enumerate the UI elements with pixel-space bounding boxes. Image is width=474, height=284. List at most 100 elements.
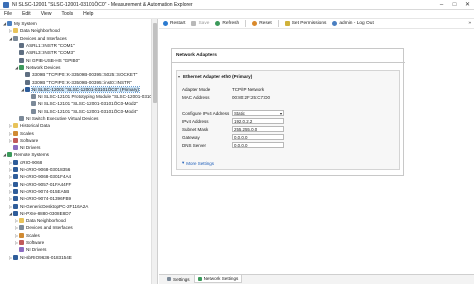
tree-node[interactable]: ▷ Scales — [0, 232, 150, 239]
tab-network-settings[interactable]: Network Settings — [193, 275, 243, 283]
tree-node-icon — [25, 79, 30, 85]
tree-node[interactable]: NI SLSC-12101 "SLSC-12001-03101ÖC0-Mod2" — [0, 100, 150, 107]
tree-node[interactable]: ▷ Data Neighborhood — [0, 217, 150, 224]
tree-node[interactable]: ▷ NI-cRIO-9068-0301F4A4 — [0, 173, 150, 180]
gateway-field[interactable]: 0.0.0.0 — [232, 134, 284, 140]
tree-node[interactable]: 3309B "TCPIP0::K-33509B-00395::inst0::IN… — [0, 78, 150, 85]
menu-edit[interactable]: Edit — [22, 11, 31, 17]
bottom-tabs: Settings Network Settings — [159, 274, 474, 284]
tree-node-icon — [13, 137, 18, 143]
tree-node-icon — [7, 152, 12, 158]
tree-node-icon — [25, 72, 30, 78]
logout-button[interactable]: admin - Log Out — [332, 21, 374, 26]
tree-node-label: NI SLSC-12101 "SLSC-12001-03101ÖC0-Mod2" — [38, 101, 138, 107]
tree-node-icon — [19, 50, 24, 56]
tree-node[interactable]: ▷ Software — [0, 239, 150, 246]
reset-icon — [252, 21, 258, 26]
configure-ipv4-label-text: Configure IPv4 Address — [182, 111, 230, 116]
tree-node[interactable]: ▷ Scales — [0, 129, 150, 136]
subnet-mask-field[interactable]: 255.255.0.0 — [232, 126, 284, 132]
refresh-label: Refresh — [222, 21, 240, 26]
tree-node[interactable]: ▷ Devices and Interfaces — [0, 224, 150, 231]
save-label: Save — [198, 21, 210, 26]
tree-node[interactable]: ◢ Remote Systems — [0, 151, 150, 158]
tree-node-icon — [13, 188, 18, 194]
minimize-button[interactable]: – — [435, 0, 448, 10]
tree-node-label: NI Drivers — [26, 247, 47, 253]
chevron-down-icon: ▾ — [182, 160, 185, 165]
tree-node-label: Devices and Interfaces — [26, 225, 73, 231]
menu-tools[interactable]: Tools — [61, 11, 73, 17]
tree-node[interactable]: ◢ Devices and Interfaces — [0, 35, 150, 42]
tree-node-label: NI SLSC-12001 "SLSC-12001-03101ÖC0" (Pri… — [31, 85, 140, 93]
tree-node[interactable]: ▷ Historical Data — [0, 122, 150, 129]
tree-node[interactable]: ▷ NI-cRIO-9074-015EA5B — [0, 188, 150, 195]
tree-node[interactable]: 3309B "TCPIP0::K-33509B-00395::5025::SOC… — [0, 71, 150, 78]
tree-node-icon — [13, 130, 18, 136]
tree-node[interactable]: ASRL3::INSTR "COM3" — [0, 49, 150, 56]
tab-settings-label: Settings — [173, 276, 190, 282]
tree-node-label: cRIO-9068 — [20, 159, 43, 165]
refresh-button[interactable]: Refresh — [215, 21, 239, 26]
dns-server-field[interactable]: 0.0.0.0 — [232, 142, 284, 148]
tree-node[interactable]: ▷ Software — [0, 137, 150, 144]
logout-label: admin - Log Out — [339, 21, 374, 26]
tree-node[interactable]: ◢ NI-PXIe-8880-0308E8D7 — [0, 210, 150, 217]
tree-node[interactable]: NI Drivers — [0, 246, 150, 253]
tree-node-icon — [19, 64, 24, 70]
tab-settings[interactable]: Settings — [163, 275, 194, 283]
tree-node-label: NI SLSC-12101 Prototyping Module "SLSC-1… — [38, 94, 158, 100]
close-button[interactable]: ✕ — [461, 0, 474, 10]
tree-node[interactable]: ▷ Data Neighborhood — [0, 27, 150, 34]
tree-node-label: Historical Data — [20, 123, 50, 129]
configure-ipv4-value: Static — [234, 111, 245, 116]
set-permissions-button[interactable]: Set Permissions — [284, 21, 327, 26]
set-permissions-label: Set Permissions — [291, 21, 327, 26]
menu-help[interactable]: Help — [83, 11, 93, 17]
restart-button[interactable]: Restart — [163, 21, 185, 26]
tree-node[interactable]: NI Drivers — [0, 144, 150, 151]
tree-node-label: NI-PXIe-8880-0308E8D7 — [20, 210, 72, 216]
tree-node-label: ASRL3::INSTR "COM3" — [26, 50, 75, 56]
subnet-mask-label-text: Subnet Mask — [182, 127, 209, 132]
reset-button[interactable]: Reset — [252, 21, 272, 26]
tree-node[interactable]: NI Switch Executive Virtual Devices — [0, 115, 150, 122]
adapter-mode-value: TCP/IP Network — [232, 87, 265, 92]
menu-bar: File Edit View Tools Help — [0, 10, 474, 19]
tree-node[interactable]: ▷ NI-GenericDesktopPC-2F116A2A — [0, 202, 150, 209]
maximize-button[interactable]: □ — [448, 0, 461, 10]
tree-node[interactable]: ASRL1::INSTR "COM1" — [0, 42, 150, 49]
ipv4-address-field[interactable]: 192.0.2.2 — [232, 118, 284, 124]
tree-node-label: NI-cRIO-9068-0301F4A4 — [20, 174, 72, 180]
tree-node-label: NI SLSC-12101 "SLSC-12001-03101ÖC0-Mod4" — [38, 108, 138, 114]
tree-node[interactable]: ▷ NI-cRIO-9057-01FA44FF — [0, 181, 150, 188]
tree-scrollbar[interactable] — [151, 19, 157, 284]
tree-node[interactable]: ◢ NI SLSC-12001 "SLSC-12001-03101ÖC0" (Pr… — [0, 85, 150, 93]
window-title: NI SLSC-12001 "SLSC-12001-03101ÖC0" - Me… — [12, 1, 193, 8]
save-button[interactable]: Save — [191, 21, 209, 26]
app-icon — [3, 1, 9, 8]
network-adapters-panel: Network Adapters ▾ Ethernet Adapter eth0… — [171, 48, 405, 176]
tree-node-label: Scales — [26, 232, 40, 238]
toolbar-divider — [245, 20, 247, 27]
tree-node[interactable]: ▷ cRIO-9068 — [0, 159, 150, 166]
more-settings-link[interactable]: ▾ More Settings — [182, 160, 214, 166]
tree-node[interactable]: ◢ My System — [0, 20, 150, 27]
tree-node[interactable]: ▷ NI-cRIO-9074-01396FB9 — [0, 195, 150, 202]
tree-node-label: NI-cRIO-9057-01FA44FF — [20, 181, 72, 187]
configure-ipv4-select[interactable]: Static ▾ — [232, 110, 284, 116]
tree-node[interactable]: ▷ NI-cRIO-9068-03018356 — [0, 166, 150, 173]
tree-node[interactable]: ▷ NI-sbRIO9636-0183154E — [0, 254, 150, 261]
toolbar-overflow-button[interactable]: » — [468, 21, 471, 26]
tree-node[interactable]: NI SLSC-12101 "SLSC-12001-03101ÖC0-Mod4" — [0, 108, 150, 115]
menu-view[interactable]: View — [41, 11, 52, 17]
tree-node[interactable]: NI GPIB-USB-HS "GPIB0" — [0, 56, 150, 63]
tree-node[interactable]: ◢ Network Devices — [0, 64, 150, 71]
tree-node[interactable]: NI SLSC-12101 Prototyping Module "SLSC-1… — [0, 93, 157, 100]
menu-file[interactable]: File — [4, 11, 12, 17]
title-bar: NI SLSC-12001 "SLSC-12001-03101ÖC0" - Me… — [0, 0, 474, 10]
tree-node-label: Network Devices — [26, 64, 61, 70]
tree-scrollbar-thumb[interactable] — [153, 23, 157, 103]
panel-divider — [172, 62, 405, 63]
collapse-icon[interactable]: ▾ — [178, 74, 180, 79]
